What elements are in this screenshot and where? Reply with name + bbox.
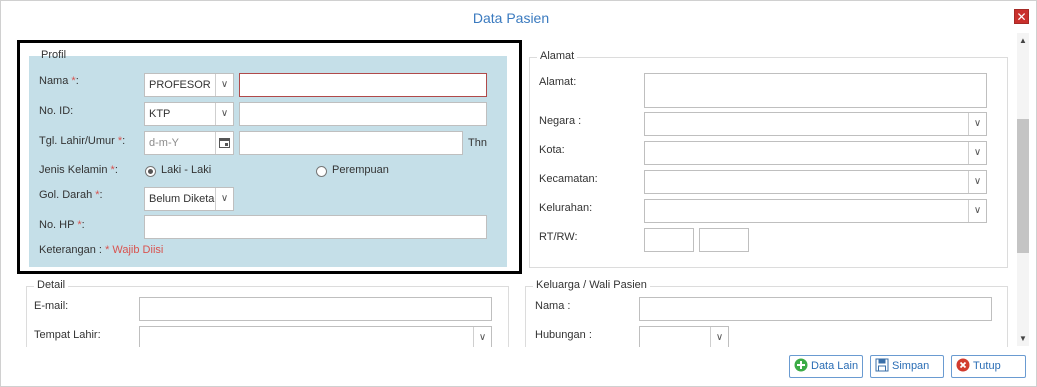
label-colon: :	[114, 164, 118, 176]
simpan-label: Simpan	[892, 360, 930, 372]
blood-type-label: Gol. Darah *:	[39, 189, 103, 201]
family-name-label: Nama :	[535, 300, 571, 312]
patient-data-dialog: Data Pasien ✕ Profil Nama *: PROFESOR ∨ …	[0, 0, 1037, 387]
phone-label-text: No. HP	[39, 219, 78, 231]
dialog-title: Data Pasien	[472, 10, 550, 26]
blood-type-select[interactable]: Belum Diketahui ∨	[144, 187, 234, 211]
nama-label: Nama *:	[39, 75, 79, 87]
tutup-button[interactable]: Tutup	[951, 355, 1026, 378]
scroll-up-icon[interactable]: ▲	[1017, 35, 1029, 47]
save-icon	[875, 358, 889, 372]
required-note-text: * Wajib Diisi	[105, 244, 164, 256]
relationship-label: Hubungan :	[535, 329, 592, 341]
address-textarea[interactable]	[644, 73, 987, 108]
district-select[interactable]: ∨	[644, 170, 987, 194]
required-note: Keterangan : * Wajib Diisi	[39, 244, 163, 256]
simpan-button[interactable]: Simpan	[870, 355, 944, 378]
data-lain-label: Data Lain	[811, 360, 859, 372]
calendar-icon[interactable]	[215, 132, 233, 154]
scrollbar-thumb[interactable]	[1017, 119, 1029, 253]
gender-radio-male[interactable]	[145, 166, 156, 177]
noid-label: No. ID:	[39, 105, 74, 117]
label-colon: :	[99, 189, 103, 201]
kota-label: Kota:	[539, 144, 565, 156]
required-note-prefix: Keterangan :	[39, 244, 106, 256]
id-type-value: KTP	[149, 108, 171, 120]
chevron-down-icon: ∨	[968, 200, 986, 222]
close-circle-icon	[956, 358, 970, 372]
detail-legend: Detail	[34, 279, 69, 291]
birth-date-input[interactable]: d-m-Y	[144, 131, 234, 155]
label-colon: :	[75, 75, 79, 87]
family-name-input[interactable]	[639, 297, 992, 321]
family-legend: Keluarga / Wali Pasien	[533, 279, 650, 291]
data-lain-button[interactable]: Data Lain	[789, 355, 863, 378]
chevron-down-icon: ∨	[473, 327, 491, 349]
tgl-lahir-label-text: Tgl. Lahir/Umur	[39, 135, 118, 147]
title-prefix-value: PROFESOR	[149, 79, 211, 91]
rt-input[interactable]	[644, 228, 694, 252]
alamat-label: Alamat:	[539, 76, 577, 88]
birth-date-placeholder: d-m-Y	[149, 137, 179, 149]
gender-label-text: Jenis Kelamin	[39, 164, 111, 176]
gender-label: Jenis Kelamin *:	[39, 164, 118, 176]
scroll-down-icon[interactable]: ▼	[1017, 333, 1029, 345]
gender-radio-female[interactable]	[316, 166, 327, 177]
kelurahan-label: Kelurahan:	[539, 202, 593, 214]
chevron-down-icon: ∨	[968, 142, 986, 164]
phone-label: No. HP *:	[39, 219, 85, 231]
tgl-lahir-label: Tgl. Lahir/Umur *:	[39, 135, 125, 147]
id-type-select[interactable]: KTP ∨	[144, 102, 234, 126]
chevron-down-icon: ∨	[215, 74, 233, 96]
chevron-down-icon: ∨	[710, 327, 728, 349]
close-icon[interactable]: ✕	[1014, 9, 1029, 24]
gender-option-male[interactable]: Laki - Laki	[161, 164, 211, 176]
chevron-down-icon: ∨	[968, 113, 986, 135]
id-number-input[interactable]	[239, 102, 487, 126]
age-unit-label: Thn	[468, 137, 487, 149]
label-colon: :	[81, 219, 85, 231]
gender-option-female[interactable]: Perempuan	[332, 164, 389, 176]
plus-circle-icon	[794, 358, 808, 372]
subdistrict-select[interactable]: ∨	[644, 199, 987, 223]
rtrw-label: RT/RW:	[539, 231, 578, 243]
profil-legend: Profil	[41, 49, 67, 61]
chevron-down-icon: ∨	[215, 103, 233, 125]
nama-input[interactable]	[239, 73, 487, 97]
label-colon: :	[122, 135, 126, 147]
alamat-legend: Alamat	[537, 50, 578, 62]
phone-input[interactable]	[144, 215, 487, 239]
nama-label-text: Nama	[39, 75, 72, 87]
email-label: E-mail:	[34, 300, 69, 312]
birthplace-label: Tempat Lahir:	[34, 329, 101, 341]
chevron-down-icon: ∨	[968, 171, 986, 193]
blood-type-label-text: Gol. Darah	[39, 189, 96, 201]
tutup-label: Tutup	[973, 360, 1001, 372]
rw-input[interactable]	[699, 228, 749, 252]
title-prefix-select[interactable]: PROFESOR ∨	[144, 73, 234, 97]
email-input[interactable]	[139, 297, 492, 321]
age-input[interactable]	[239, 131, 463, 155]
country-select[interactable]: ∨	[644, 112, 987, 136]
kecamatan-label: Kecamatan:	[539, 173, 598, 185]
negara-label: Negara :	[539, 115, 582, 127]
chevron-down-icon: ∨	[215, 188, 233, 210]
city-select[interactable]: ∨	[644, 141, 987, 165]
